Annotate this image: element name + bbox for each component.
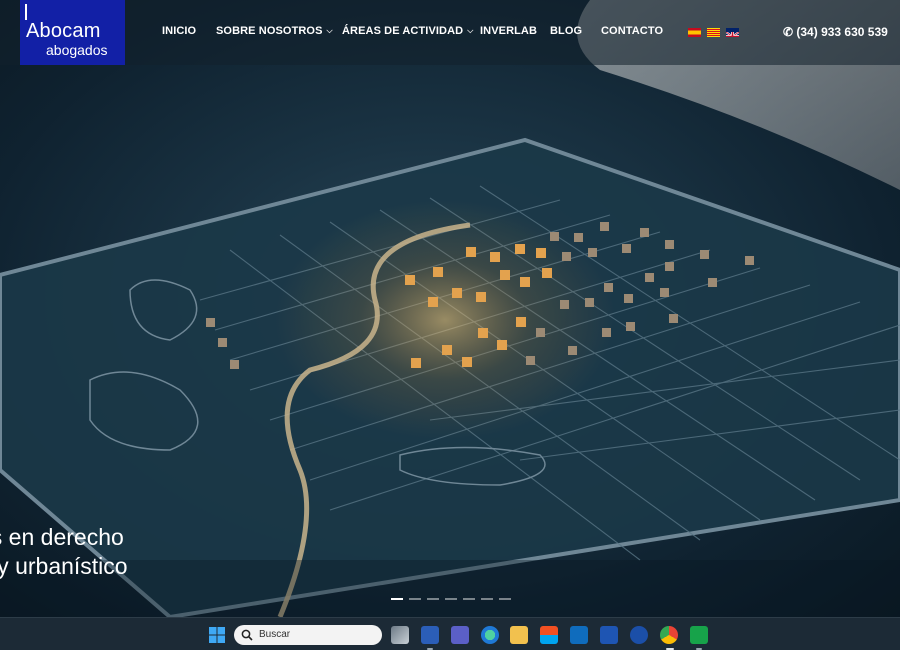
slider-dot-4[interactable] bbox=[445, 598, 457, 600]
phone-number: (34) 933 630 539 bbox=[796, 25, 888, 39]
hero-background-image bbox=[0, 0, 900, 617]
taskbar: Buscar bbox=[0, 617, 900, 650]
nav-item-label: INICIO bbox=[162, 25, 197, 37]
hero-headline-line2: o y urbanístico bbox=[0, 553, 128, 579]
chrome-icon[interactable] bbox=[660, 626, 678, 644]
hero-slider: us en derecho o y urbanístico bbox=[0, 0, 900, 617]
nav-item-label: BLOG bbox=[550, 25, 583, 37]
outlook-icon[interactable] bbox=[570, 626, 588, 644]
phone-icon: ✆ bbox=[783, 25, 797, 39]
slider-dot-6[interactable] bbox=[481, 598, 493, 600]
logo-line2: abogados bbox=[46, 42, 108, 58]
file-explorer-icon[interactable] bbox=[510, 626, 528, 644]
teams-icon[interactable] bbox=[451, 626, 469, 644]
task-view-icon[interactable] bbox=[391, 626, 409, 644]
app-icon[interactable] bbox=[630, 626, 648, 644]
chevron-down-icon: ⌵ bbox=[326, 26, 333, 35]
slider-dot-5[interactable] bbox=[463, 598, 475, 600]
logo-mark bbox=[25, 4, 27, 20]
edge-icon[interactable] bbox=[481, 626, 499, 644]
search-placeholder: Buscar bbox=[259, 629, 291, 640]
nav-item-inicio[interactable]: INICIO bbox=[162, 25, 196, 37]
nav-item-label: SOBRE NOSOTROS bbox=[216, 25, 323, 37]
logo[interactable]: Abocam abogados bbox=[20, 0, 125, 65]
nav-item-inverlab[interactable]: INVERLAB bbox=[480, 25, 537, 37]
site-header: Abocam abogados INICIO SOBRE NOSOTROS ⌵ Á… bbox=[0, 0, 900, 65]
nav-item-blog[interactable]: BLOG bbox=[550, 25, 582, 37]
nav-item-areas-de-actividad[interactable]: ÁREAS DE ACTIVIDAD ⌵ bbox=[342, 25, 473, 37]
slider-dot-1[interactable] bbox=[391, 598, 403, 600]
ca-flag-icon[interactable] bbox=[707, 28, 720, 37]
nav-item-label: INVERLAB bbox=[480, 25, 538, 37]
screen-tool-icon[interactable] bbox=[690, 626, 708, 644]
nav-item-label: ÁREAS DE ACTIVIDAD bbox=[342, 25, 464, 37]
phone-link[interactable]: ✆ (34) 933 630 539 bbox=[783, 25, 888, 39]
slider-dot-2[interactable] bbox=[409, 598, 421, 600]
chevron-down-icon: ⌵ bbox=[467, 26, 474, 35]
nav-item-label: CONTACTO bbox=[601, 25, 664, 37]
hero-headline-line1: us en derecho bbox=[0, 524, 124, 550]
nav-item-contacto[interactable]: CONTACTO bbox=[601, 25, 663, 37]
logo-line1: Abocam bbox=[26, 20, 101, 42]
word-icon[interactable] bbox=[421, 626, 439, 644]
hero-headline: us en derecho o y urbanístico bbox=[0, 523, 128, 581]
es-flag-icon[interactable] bbox=[688, 28, 701, 37]
taskbar-search[interactable]: Buscar bbox=[234, 625, 382, 645]
slider-dot-7[interactable] bbox=[499, 598, 511, 600]
slider-dot-3[interactable] bbox=[427, 598, 439, 600]
store-icon[interactable] bbox=[540, 626, 558, 644]
lync-icon[interactable] bbox=[600, 626, 618, 644]
nav-item-sobre-nosotros[interactable]: SOBRE NOSOTROS ⌵ bbox=[216, 25, 333, 37]
windows-start-icon[interactable] bbox=[209, 627, 225, 643]
search-icon bbox=[241, 629, 253, 641]
en-flag-icon[interactable] bbox=[726, 28, 739, 37]
